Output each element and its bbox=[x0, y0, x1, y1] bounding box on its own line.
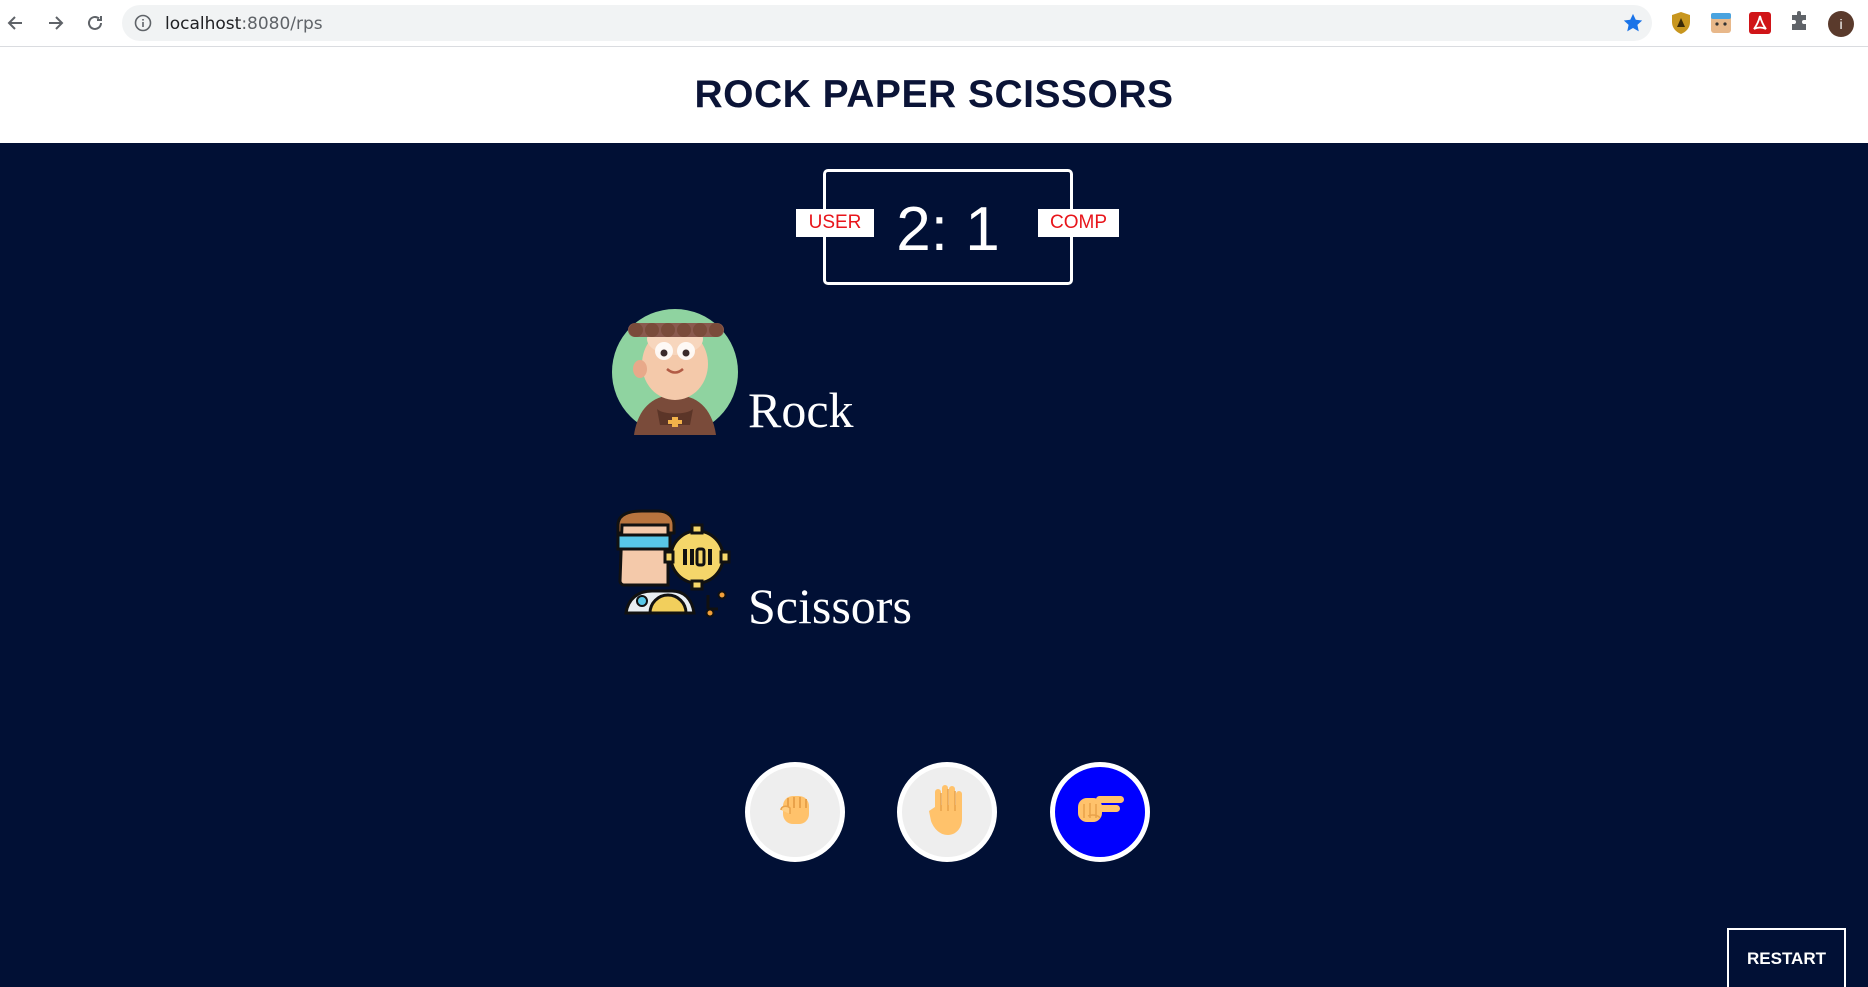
url-text: localhost:8080/rps bbox=[165, 14, 323, 34]
monk-avatar-icon bbox=[612, 309, 738, 435]
restart-button[interactable]: RESTART bbox=[1727, 928, 1846, 987]
page-header: ROCK PAPER SCISSORS bbox=[0, 47, 1868, 143]
puzzle-extensions-icon[interactable] bbox=[1787, 10, 1813, 36]
scissors-hand-icon bbox=[1074, 788, 1126, 837]
rock-button[interactable] bbox=[745, 762, 845, 862]
user-choice-text: Rock bbox=[748, 382, 854, 438]
site-info-icon[interactable] bbox=[134, 14, 152, 37]
robot-avatar-icon bbox=[612, 505, 738, 631]
computer-choice-row: Scissors bbox=[612, 505, 912, 631]
profile-avatar-icon[interactable]: i bbox=[1827, 10, 1854, 37]
svg-text:i: i bbox=[1839, 16, 1842, 32]
fist-rock-icon bbox=[773, 788, 817, 837]
user-choice-row: Rock bbox=[612, 309, 854, 435]
bookmark-star-icon[interactable] bbox=[1622, 12, 1644, 39]
browser-toolbar: localhost:8080/rps i bbox=[0, 0, 1868, 47]
shield-extension-icon[interactable] bbox=[1668, 10, 1694, 36]
comp-score-label: COMP bbox=[1038, 209, 1119, 237]
address-bar[interactable]: localhost:8080/rps bbox=[122, 5, 1652, 41]
paper-button[interactable] bbox=[897, 762, 997, 862]
face-extension-icon[interactable] bbox=[1708, 10, 1734, 36]
open-hand-paper-icon bbox=[925, 783, 969, 842]
scissors-button[interactable] bbox=[1050, 762, 1150, 862]
back-icon[interactable] bbox=[2, 9, 30, 37]
forward-icon[interactable] bbox=[41, 9, 69, 37]
computer-choice-text: Scissors bbox=[748, 578, 912, 634]
pdf-extension-icon[interactable] bbox=[1747, 10, 1773, 36]
page-title: ROCK PAPER SCISSORS bbox=[694, 73, 1174, 116]
user-score-label: USER bbox=[796, 209, 874, 237]
reload-icon[interactable] bbox=[81, 9, 109, 37]
